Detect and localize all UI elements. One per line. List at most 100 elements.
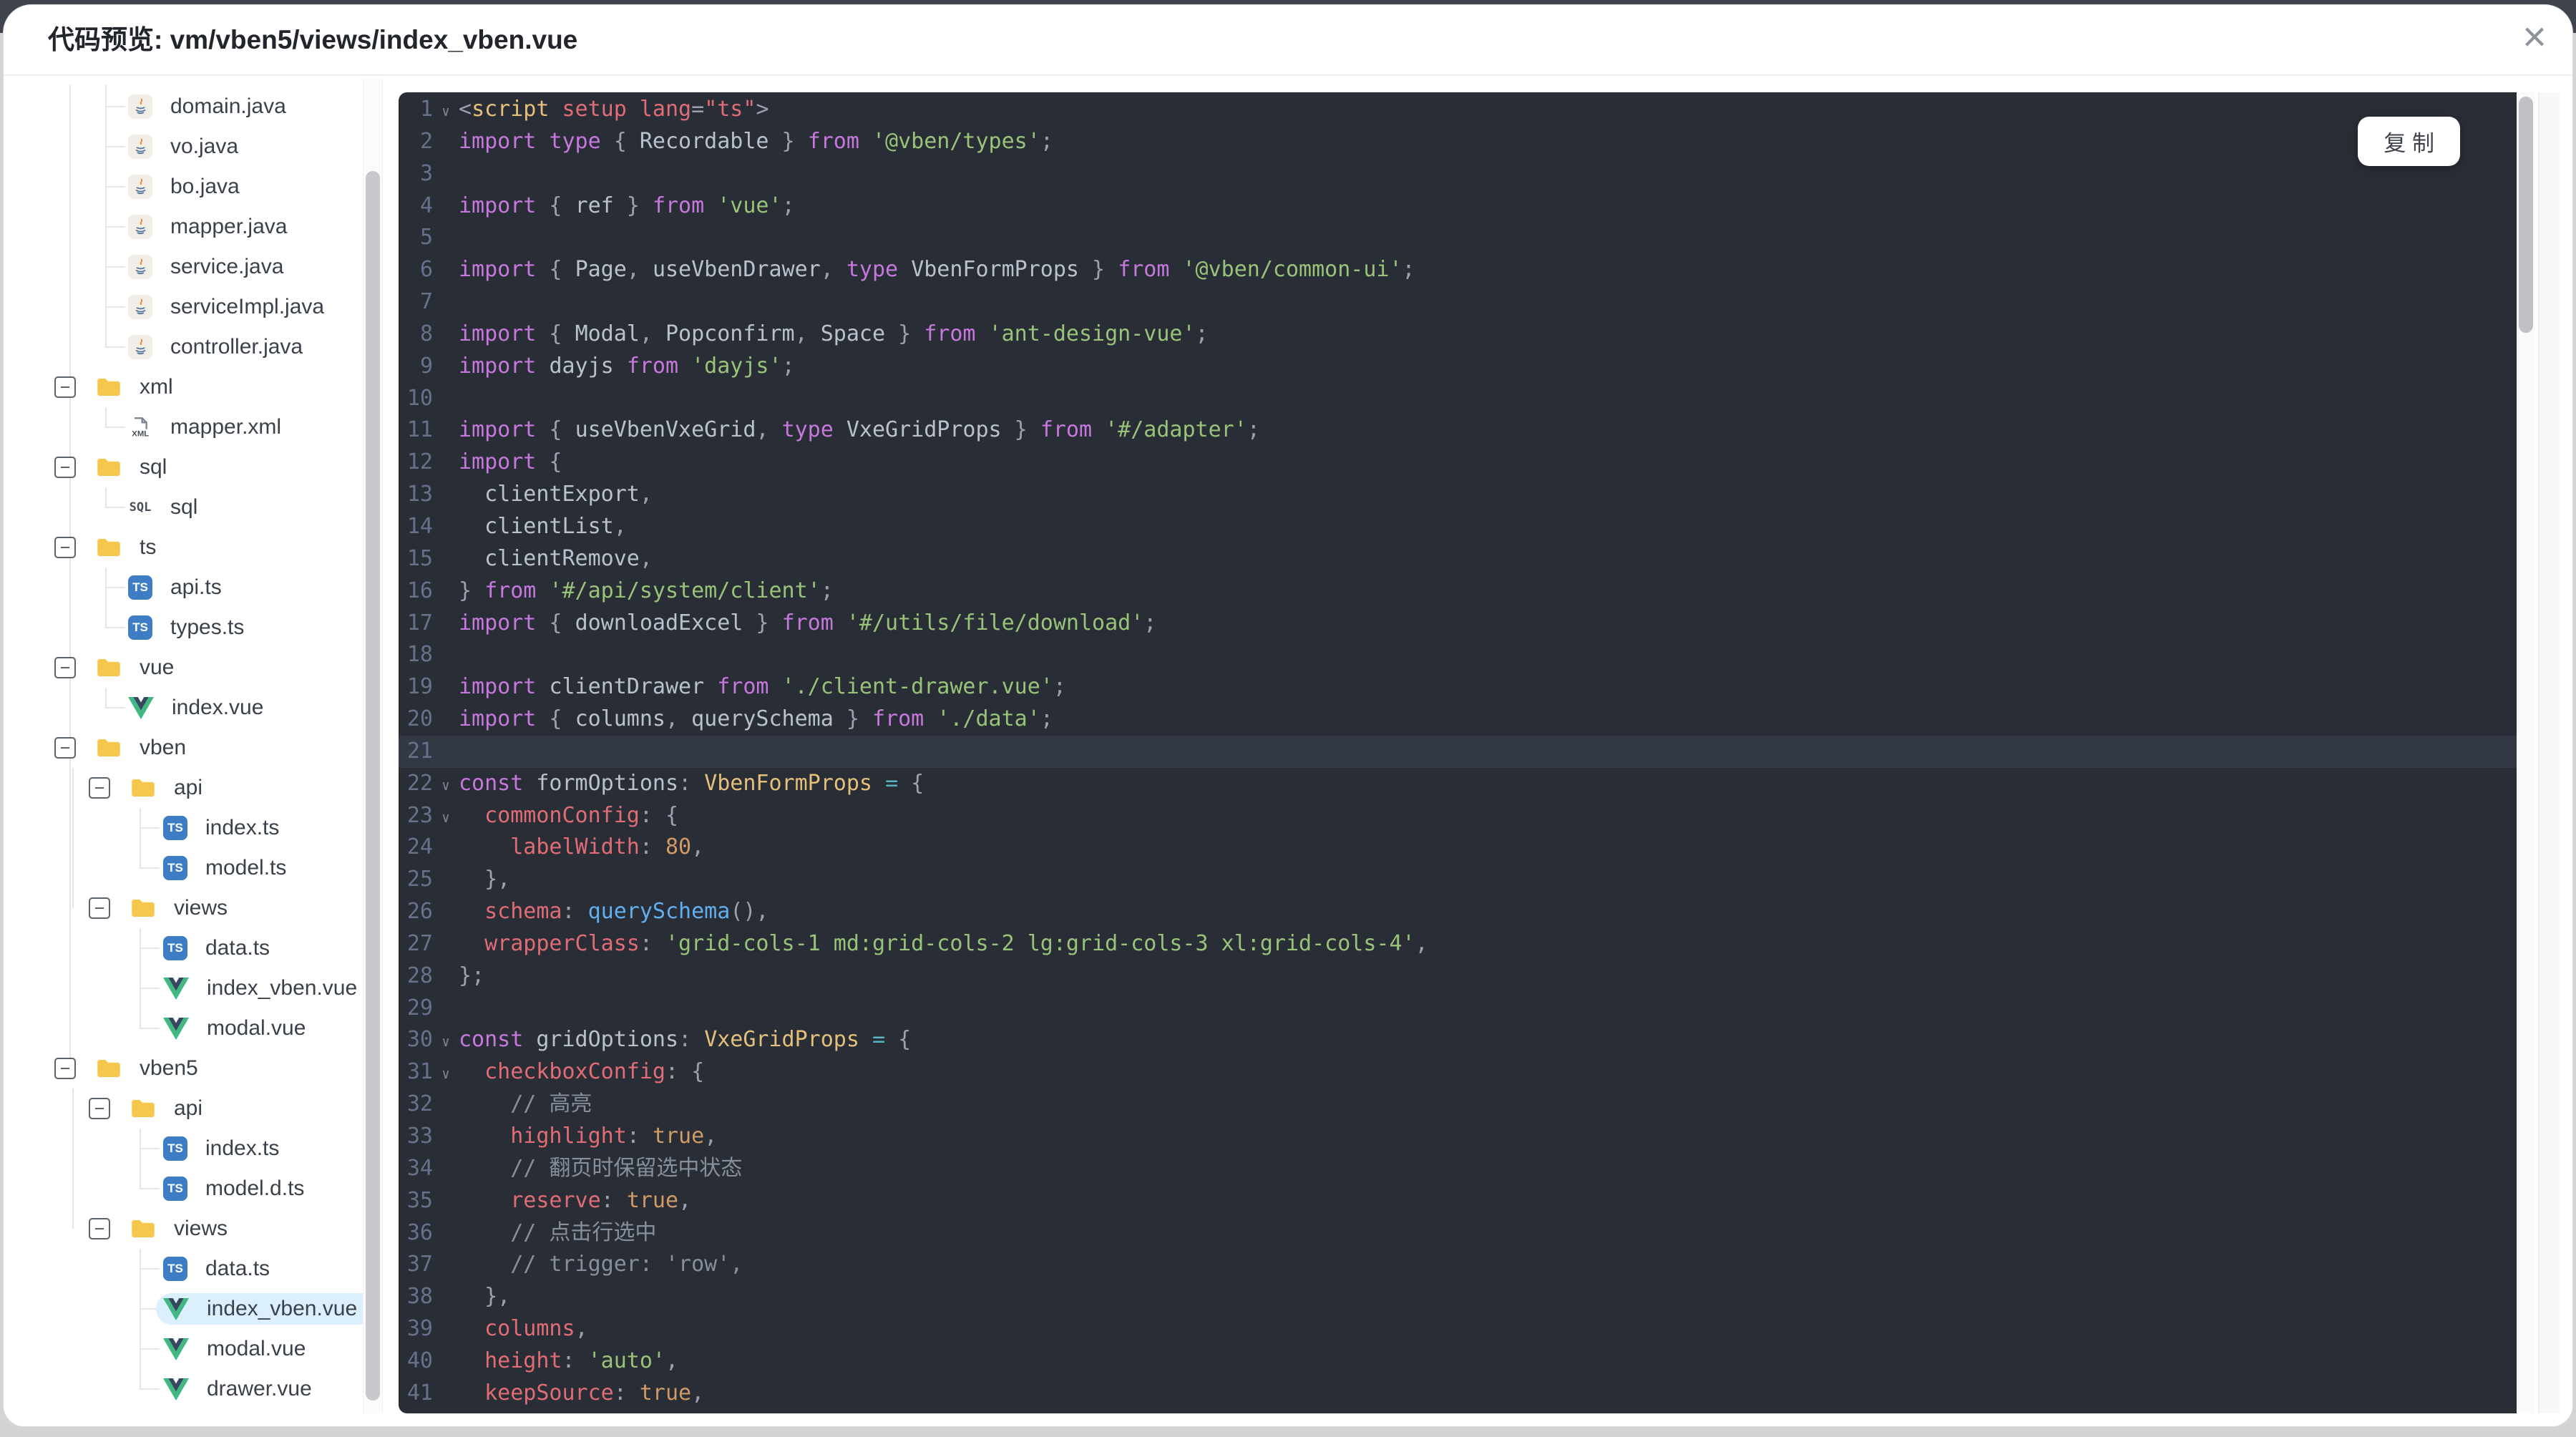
tree-item-index.ts[interactable]: TS index.ts xyxy=(4,808,396,848)
fold-gutter xyxy=(433,738,459,770)
code-scrollbar-thumb[interactable] xyxy=(2519,97,2533,333)
code-text: const formOptions: VbenFormProps = { xyxy=(459,770,924,796)
code-line: 21 xyxy=(399,735,2517,770)
tree-item-api.ts[interactable]: TS api.ts xyxy=(4,568,396,608)
code-line: 22 ∨ const formOptions: VbenFormProps = { xyxy=(399,768,2517,800)
copy-button[interactable]: 复 制 xyxy=(2358,117,2460,166)
vue-file-icon xyxy=(163,976,189,1000)
tree-item-sql[interactable]: sql xyxy=(4,447,396,487)
code-line: 34 // 翻页时保留选中状态 xyxy=(399,1153,2517,1185)
code-line: 12 import { xyxy=(399,447,2517,479)
code-editor[interactable]: 1 ∨ <script setup lang="ts"> 2 import type {… xyxy=(399,92,2517,1413)
tree-item-xml[interactable]: xml xyxy=(4,367,396,407)
line-number: 3 xyxy=(419,160,433,186)
tree-item-mapper.xml[interactable]: XML mapper.xml xyxy=(4,407,396,447)
tree-item-index_vben.vue[interactable]: index_vben.vue xyxy=(4,1289,396,1329)
fold-gutter xyxy=(433,963,459,995)
tree-item-model.ts[interactable]: TS model.ts xyxy=(4,848,396,888)
svg-text:XML: XML xyxy=(132,430,149,439)
tree-item-index.ts[interactable]: TS index.ts xyxy=(4,1129,396,1169)
fold-chevron-icon[interactable]: ∨ xyxy=(433,96,459,128)
tree-item-index_vben.vue[interactable]: index_vben.vue xyxy=(4,968,396,1008)
code-line: 41 keepSource: true, xyxy=(399,1378,2517,1410)
tree-item-index.vue[interactable]: index.vue xyxy=(4,688,396,728)
collapse-toggle-icon[interactable] xyxy=(89,897,110,919)
tree-item-sql[interactable]: SQL sql xyxy=(4,487,396,527)
tree-scrollbar[interactable] xyxy=(363,79,383,1413)
fold-chevron-icon[interactable]: ∨ xyxy=(433,1026,459,1058)
code-text: <script setup lang="ts"> xyxy=(459,97,769,122)
tree-item-modal.vue[interactable]: modal.vue xyxy=(4,1329,396,1369)
tree-item-vo.java[interactable]: vo.java xyxy=(4,127,396,167)
tree-item-bo.java[interactable]: bo.java xyxy=(4,167,396,207)
code-text: import { columns, querySchema } from './… xyxy=(459,706,1053,732)
tree-item-drawer.vue[interactable]: drawer.vue xyxy=(4,1369,396,1409)
collapse-toggle-icon[interactable] xyxy=(54,737,76,759)
tree-item-api[interactable]: api xyxy=(4,768,396,808)
line-number: 16 xyxy=(406,578,433,603)
tree-item-label: vben5 xyxy=(140,1056,198,1080)
tree-item-data.ts[interactable]: TS data.ts xyxy=(4,1249,396,1289)
tree-item-label: types.ts xyxy=(170,615,245,639)
code-line: 24 labelWidth: 80, xyxy=(399,832,2517,864)
fold-gutter xyxy=(433,1380,459,1412)
dialog-title: 代码预览: vm/vben5/views/index_vben.vue xyxy=(48,25,578,54)
tree-item-vben5[interactable]: vben5 xyxy=(4,1048,396,1088)
tree-item-data.ts[interactable]: TS data.ts xyxy=(4,928,396,968)
tree-item-vben[interactable]: vben xyxy=(4,728,396,768)
code-text: height: 'auto', xyxy=(484,1348,679,1373)
tree-item-domain.java[interactable]: domain.java xyxy=(4,87,396,127)
tree-item-mapper.java[interactable]: mapper.java xyxy=(4,207,396,247)
tree-item-modal.vue[interactable]: modal.vue xyxy=(4,1008,396,1048)
fold-gutter xyxy=(433,513,459,545)
tree-item-ts[interactable]: ts xyxy=(4,527,396,568)
collapse-toggle-icon[interactable] xyxy=(54,657,76,678)
collapse-toggle-icon[interactable] xyxy=(54,537,76,558)
fold-gutter xyxy=(433,256,459,288)
tree-item-service.java[interactable]: service.java xyxy=(4,247,396,287)
fold-gutter xyxy=(433,1219,459,1252)
code-line: 39 columns, xyxy=(399,1313,2517,1345)
ts-file-icon: TS xyxy=(128,575,152,600)
collapse-toggle-icon[interactable] xyxy=(54,457,76,478)
fold-chevron-icon[interactable]: ∨ xyxy=(433,770,459,802)
code-scrollbar[interactable] xyxy=(2517,92,2535,1413)
tree-item-views[interactable]: views xyxy=(4,1209,396,1249)
code-line: 33 highlight: true, xyxy=(399,1121,2517,1153)
code-text: import { Page, useVbenDrawer, type VbenF… xyxy=(459,257,1415,283)
code-text: import dayjs from 'dayjs'; xyxy=(459,353,795,379)
collapse-toggle-icon[interactable] xyxy=(54,376,76,398)
line-number: 10 xyxy=(406,385,433,411)
tree-item-controller.java[interactable]: controller.java xyxy=(4,327,396,367)
tree-item-label: index_vben.vue xyxy=(207,1297,358,1320)
fold-gutter xyxy=(433,1348,459,1380)
collapse-toggle-icon[interactable] xyxy=(89,1098,110,1119)
tree-item-label: bo.java xyxy=(170,175,240,198)
fold-gutter xyxy=(433,1155,459,1187)
tree-item-types.ts[interactable]: TS types.ts xyxy=(4,608,396,648)
code-text: import type { Recordable } from '@vben/t… xyxy=(459,128,1053,154)
fold-gutter xyxy=(433,545,459,578)
fold-chevron-icon[interactable]: ∨ xyxy=(433,802,459,834)
tree-scrollbar-thumb[interactable] xyxy=(366,171,380,1401)
collapse-toggle-icon[interactable] xyxy=(89,1218,110,1239)
tree-item-vue[interactable]: vue xyxy=(4,648,396,688)
code-text: wrapperClass: 'grid-cols-1 md:grid-cols-… xyxy=(484,930,1428,956)
line-number: 8 xyxy=(419,321,433,346)
tree-item-serviceImpl.java[interactable]: serviceImpl.java xyxy=(4,287,396,327)
collapse-toggle-icon[interactable] xyxy=(89,777,110,799)
line-number: 32 xyxy=(406,1091,433,1117)
line-number: 37 xyxy=(406,1252,433,1277)
tree-item-model.d.ts[interactable]: TS model.d.ts xyxy=(4,1169,396,1209)
tree-item-views[interactable]: views xyxy=(4,888,396,928)
tree-item-api[interactable]: api xyxy=(4,1088,396,1129)
fold-gutter xyxy=(433,1251,459,1283)
collapse-toggle-icon[interactable] xyxy=(54,1058,76,1079)
fold-chevron-icon[interactable]: ∨ xyxy=(433,1058,459,1091)
line-number: 30 xyxy=(406,1027,433,1053)
fold-gutter xyxy=(433,1123,459,1155)
close-icon[interactable]: × xyxy=(2522,12,2547,62)
code-text: // 高亮 xyxy=(510,1091,592,1117)
line-number: 13 xyxy=(406,482,433,507)
code-line: 40 height: 'auto', xyxy=(399,1345,2517,1378)
